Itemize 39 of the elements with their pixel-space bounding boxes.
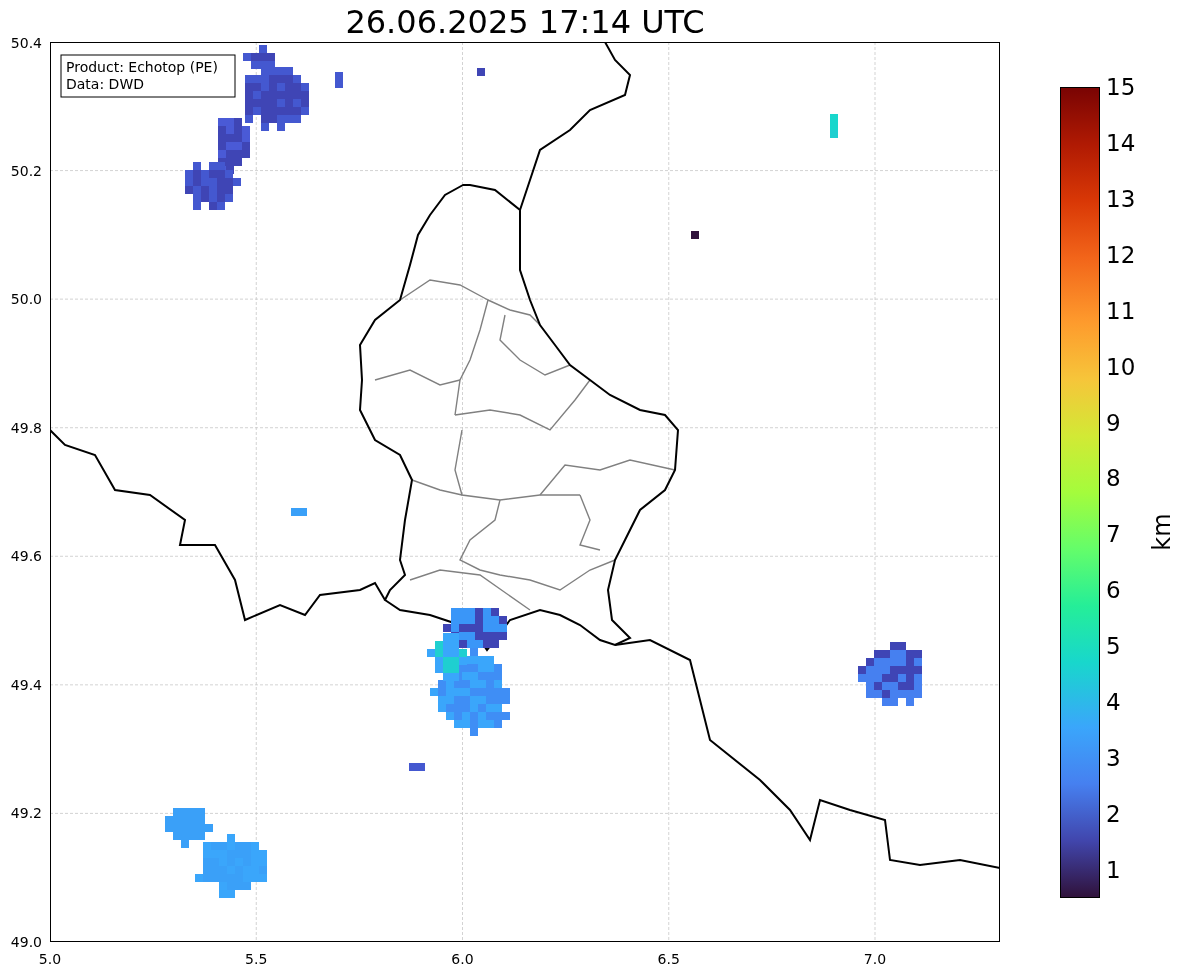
chart-title: 26.06.2025 17:14 UTC [344, 2, 706, 34]
radar-echo [335, 72, 343, 88]
y-tick-label: 50.4 [10, 35, 42, 51]
y-tick-label: 49.0 [10, 934, 42, 950]
x-tick-label: 5.0 [38, 951, 62, 967]
x-tick-label: 6.5 [657, 951, 680, 967]
y-tick-label: 49.8 [10, 419, 42, 436]
legend-text: Data: DWD [66, 76, 144, 92]
colorbar-tick-label: 9 [1106, 408, 1122, 437]
y-tick-label: 49.6 [10, 548, 42, 565]
radar-echo [291, 508, 307, 516]
x-tick-label: 5.5 [245, 951, 268, 967]
colorbar-tick-label: 12 [1106, 240, 1136, 269]
y-tick-label: 49.2 [10, 805, 42, 822]
radar-echo [830, 114, 838, 138]
colorbar-tick-label: 14 [1106, 128, 1136, 157]
colorbar-tick-label: 1 [1106, 855, 1122, 884]
colorbar-tick-label: 13 [1106, 184, 1136, 213]
colorbar-tick-label: 4 [1106, 688, 1122, 717]
colorbar-tick-label: 15 [1106, 73, 1136, 101]
radar-echo [409, 763, 425, 771]
colorbar-tick-label: 10 [1106, 352, 1136, 381]
radar-echo [691, 231, 699, 239]
y-tick-label: 50.0 [10, 291, 42, 308]
legend-text: Product: Echotop (PE) [66, 59, 218, 75]
colorbar-tick-label: 8 [1106, 464, 1122, 493]
x-tick-label: 6.0 [451, 951, 474, 967]
colorbar-tick-label: 6 [1106, 576, 1122, 605]
y-tick-label: 50.2 [10, 162, 42, 179]
colorbar-tick-label: 2 [1106, 800, 1122, 828]
colorbar-tick-label: 5 [1106, 632, 1122, 661]
colorbar-label: km [1146, 512, 1177, 551]
x-tick-label: 7.0 [863, 951, 887, 967]
radar-echo [858, 642, 922, 706]
colorbar-tick-label: 3 [1106, 744, 1122, 773]
radar-echo [477, 68, 485, 76]
y-tick-label: 49.4 [10, 676, 42, 693]
colorbar-tick-label: 11 [1106, 296, 1136, 325]
colorbar-tick-label: 7 [1106, 520, 1122, 549]
